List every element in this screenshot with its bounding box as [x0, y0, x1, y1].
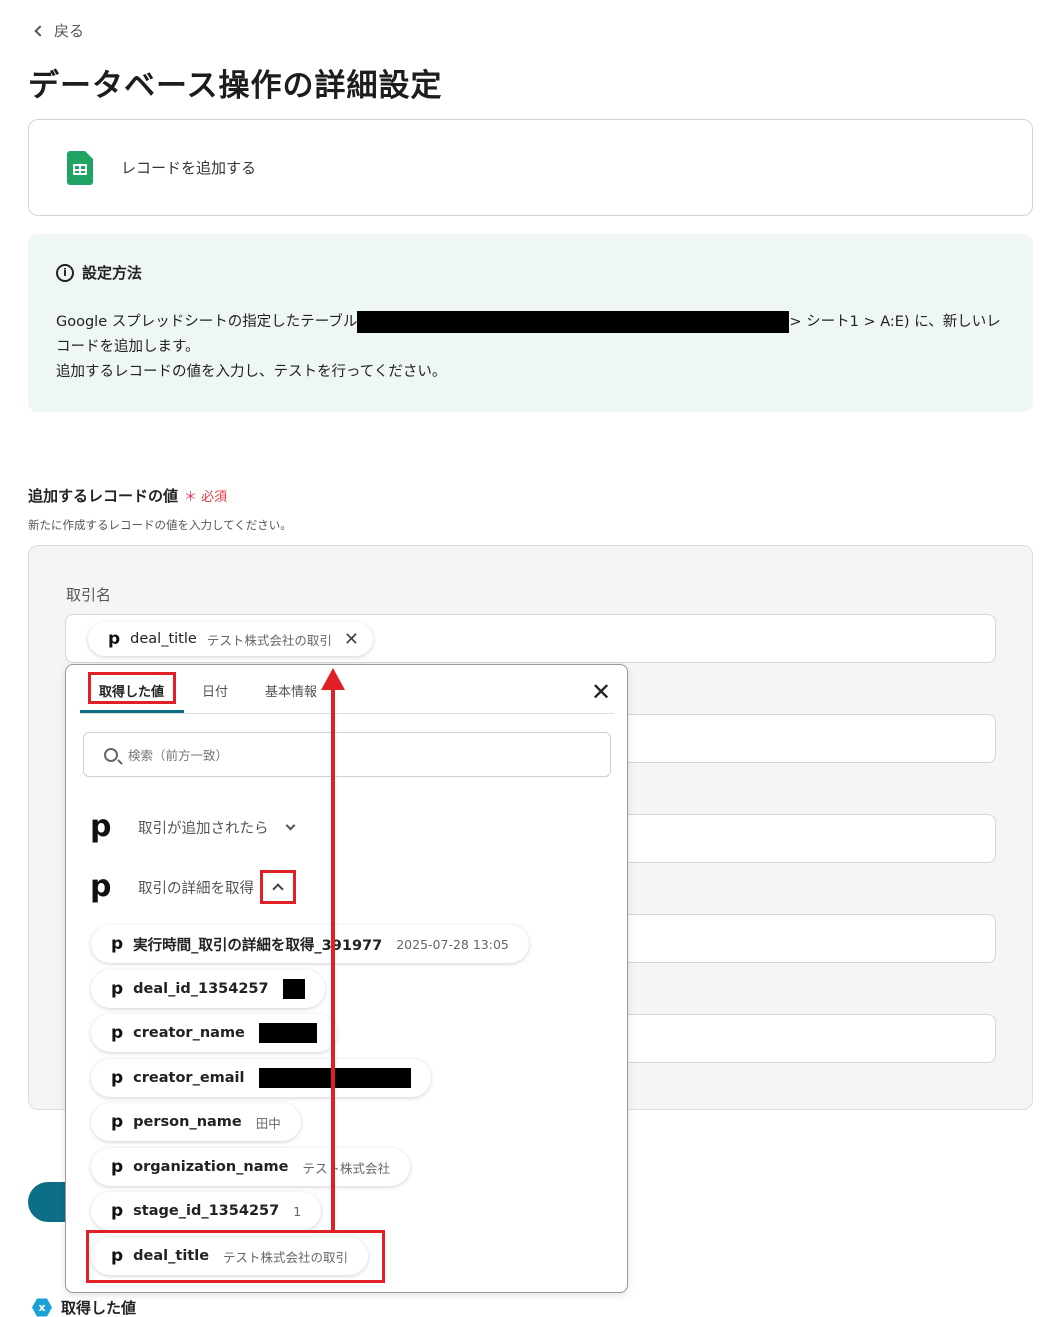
group-label: 取引が追加されたら — [138, 820, 269, 837]
pipedrive-icon: p — [111, 1111, 124, 1132]
chevron-left-icon — [34, 24, 46, 37]
pipedrive-icon: p — [108, 628, 121, 649]
option-value: テスト株式会社 — [302, 1160, 390, 1176]
redacted-block — [282, 979, 305, 999]
search-icon — [104, 747, 118, 762]
option-organization-name[interactable]: p organization_name テスト株式会社 — [91, 1148, 410, 1186]
chevron-up-icon — [272, 883, 284, 895]
option-person-name[interactable]: p person_name 田中 — [91, 1103, 301, 1141]
field-label-text: 追加するレコードの値 — [28, 487, 179, 505]
option-name: creator_email — [133, 1070, 245, 1086]
info-heading: i 設定方法 — [56, 262, 142, 283]
pipedrive-icon: p — [111, 933, 124, 954]
tab-date[interactable]: 日付 — [202, 681, 228, 700]
annotation-arrow-line — [331, 688, 335, 1230]
info-line1-prefix: Google スプレッドシートの指定したテーブル — [56, 314, 358, 330]
option-name: organization_name — [133, 1159, 289, 1175]
annotation-box-deal-title — [86, 1230, 385, 1283]
redacted-block — [258, 1023, 317, 1043]
footer-label-text: 取得した値 — [61, 1299, 137, 1317]
option-value: 1 — [293, 1203, 302, 1219]
back-link[interactable]: 戻る — [34, 20, 85, 41]
group-label: 取引の詳細を取得 — [138, 880, 254, 897]
search-placeholder: 検索（前方一致） — [128, 748, 229, 763]
group-deal-added[interactable]: p 取引が追加されたら — [90, 809, 295, 844]
option-deal-id[interactable]: p deal_id_1354257 — [91, 970, 325, 1008]
info-icon: i — [56, 263, 74, 282]
deal-name-label: 取引名 — [66, 586, 112, 604]
info-line2: コードを追加します。 — [56, 339, 200, 355]
option-value: 2025-07-28 13:05 — [396, 936, 509, 952]
chevron-down-icon[interactable] — [285, 820, 295, 830]
selected-value-chip[interactable]: p deal_title テスト株式会社の取引 ✕ — [88, 622, 373, 656]
info-line1-suffix: > シート1 > A:E) に、新しいレ — [789, 314, 1001, 330]
option-creator-email[interactable]: p creator_email — [91, 1059, 431, 1097]
required-badge: ＊ 必須 — [184, 490, 228, 505]
pipedrive-icon: p — [90, 869, 112, 904]
action-label: レコードを追加する — [121, 159, 257, 177]
option-name: stage_id_1354257 — [133, 1203, 280, 1219]
option-stage-id[interactable]: p stage_id_1354257 1 — [91, 1192, 322, 1230]
active-tab-indicator — [80, 710, 184, 713]
remove-chip-icon[interactable]: ✕ — [344, 629, 359, 650]
option-name: deal_id_1354257 — [133, 981, 269, 997]
info-text: Google スプレッドシートの指定したテーブル > シート1 > A:E) に、… — [56, 310, 1011, 385]
value-picker-dropdown: 取得した値 日付 基本情報 ✕ 検索（前方一致） p 取引が追加されたら p 取… — [65, 664, 628, 1293]
collapse-button[interactable] — [260, 870, 296, 904]
search-input[interactable]: 検索（前方一致） — [83, 732, 611, 777]
pipedrive-icon: p — [111, 978, 124, 999]
group-deal-detail[interactable]: p 取引の詳細を取得 — [90, 870, 296, 904]
annotation-box-tab — [88, 672, 176, 704]
close-icon[interactable]: ✕ — [591, 680, 611, 704]
option-name: person_name — [133, 1114, 242, 1130]
redacted-block — [357, 311, 790, 333]
tab-basic-info[interactable]: 基本情報 — [265, 681, 317, 700]
pipedrive-icon: p — [111, 1067, 124, 1088]
option-creator-name[interactable]: p creator_name — [91, 1014, 337, 1052]
setup-info-box: i 設定方法 Google スプレッドシートの指定したテーブル > シート1 > … — [28, 234, 1033, 412]
chip-value: テスト株式会社の取引 — [206, 632, 332, 648]
pipedrive-icon: p — [111, 1156, 124, 1177]
info-line3: 追加するレコードの値を入力し、テストを行ってください。 — [56, 364, 447, 380]
option-value: 田中 — [255, 1115, 281, 1131]
chip-name: deal_title — [130, 631, 197, 647]
option-name: 実行時間_取引の詳細を取得_391977 — [133, 937, 383, 954]
annotation-arrow-head — [321, 668, 345, 690]
footer-fetched-values: x 取得した値 — [32, 1297, 136, 1317]
info-heading-text: 設定方法 — [82, 264, 143, 282]
pipedrive-icon: p — [111, 1022, 124, 1043]
yoom-icon: x — [32, 1298, 52, 1317]
back-label: 戻る — [54, 22, 85, 40]
option-name: creator_name — [133, 1025, 245, 1041]
pipedrive-icon: p — [111, 1200, 124, 1221]
field-label: 追加するレコードの値 ＊ 必須 — [28, 485, 227, 506]
option-exec-time[interactable]: p 実行時間_取引の詳細を取得_391977 2025-07-28 13:05 — [91, 925, 529, 963]
pipedrive-icon: p — [90, 809, 112, 844]
field-description: 新たに作成するレコードの値を入力してください。 — [28, 518, 292, 532]
page-title: データベース操作の詳細設定 — [28, 68, 443, 104]
action-card: レコードを追加する — [28, 119, 1033, 216]
google-sheets-icon — [67, 150, 93, 185]
